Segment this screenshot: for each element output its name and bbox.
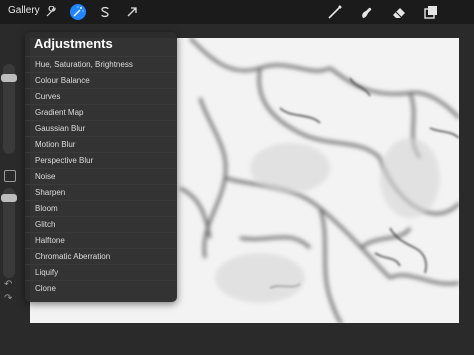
layers-icon[interactable]	[422, 3, 440, 21]
menu-item-colour-balance[interactable]: Colour Balance	[25, 72, 177, 88]
menu-item-bloom[interactable]: Bloom	[25, 200, 177, 216]
menu-item-hue-saturation-brightness[interactable]: Hue, Saturation, Brightness	[25, 56, 177, 72]
top-toolbar: Gallery	[0, 0, 474, 24]
adjustments-list: Hue, Saturation, Brightness Colour Balan…	[25, 56, 177, 296]
wrench-icon[interactable]	[43, 4, 59, 20]
undo-icon[interactable]: ↶	[4, 280, 14, 290]
adjustments-menu: Adjustments Hue, Saturation, Brightness …	[25, 32, 177, 302]
menu-item-noise[interactable]: Noise	[25, 168, 177, 184]
left-sidebar: ↶ ↷	[0, 24, 18, 355]
menu-item-halftone[interactable]: Halftone	[25, 232, 177, 248]
menu-item-liquify[interactable]: Liquify	[25, 264, 177, 280]
redo-icon[interactable]: ↷	[4, 294, 14, 304]
menu-item-sharpen[interactable]: Sharpen	[25, 184, 177, 200]
menu-item-clone[interactable]: Clone	[25, 280, 177, 296]
eraser-icon[interactable]	[390, 3, 408, 21]
menu-item-perspective-blur[interactable]: Perspective Blur	[25, 152, 177, 168]
menu-item-gradient-map[interactable]: Gradient Map	[25, 104, 177, 120]
transform-arrow-icon[interactable]	[124, 4, 140, 20]
opacity-thumb[interactable]	[1, 194, 17, 202]
gallery-button[interactable]: Gallery	[8, 5, 40, 16]
brush-icon[interactable]	[326, 3, 344, 21]
adjustments-title: Adjustments	[34, 36, 113, 51]
magic-wand-icon[interactable]	[70, 4, 86, 20]
menu-item-chromatic-aberration[interactable]: Chromatic Aberration	[25, 248, 177, 264]
selection-s-icon[interactable]	[97, 4, 113, 20]
menu-item-curves[interactable]: Curves	[25, 88, 177, 104]
menu-item-gaussian-blur[interactable]: Gaussian Blur	[25, 120, 177, 136]
brush-size-thumb[interactable]	[1, 74, 17, 82]
smudge-icon[interactable]	[357, 3, 375, 21]
modify-button[interactable]	[4, 170, 16, 182]
menu-item-glitch[interactable]: Glitch	[25, 216, 177, 232]
menu-item-motion-blur[interactable]: Motion Blur	[25, 136, 177, 152]
